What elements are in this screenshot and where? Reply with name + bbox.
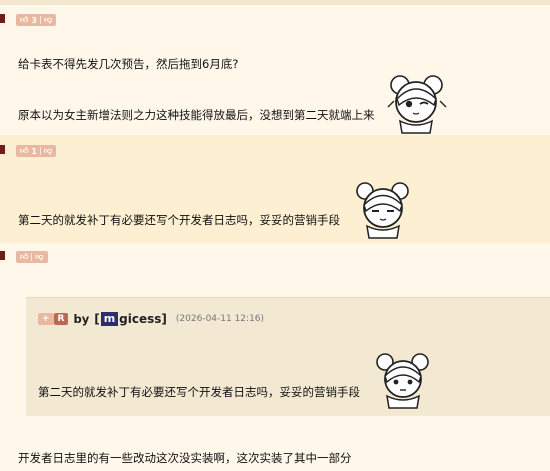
anime-girl-avatar bbox=[387, 75, 447, 134]
username-bracket-open: [ bbox=[94, 312, 100, 326]
vote-separator bbox=[39, 147, 41, 155]
vote-bar[interactable]: 👍︎ 1 👎︎ bbox=[16, 145, 57, 157]
anime-girl-avatar bbox=[356, 182, 409, 239]
quoted-reply: + R by [ m gicess ] (2026-04-11 12:16) 第… bbox=[26, 297, 550, 416]
floor-marker bbox=[0, 145, 5, 154]
reply-post-1: 👍︎ 3 👎︎ 给卡表不得先发几次预告，然后拖到6月底? 原本以为女主新增法则之… bbox=[0, 5, 550, 135]
vote-count: 3 bbox=[31, 15, 37, 25]
floor-marker bbox=[0, 251, 5, 260]
quote-username-link[interactable]: [ m gicess ] bbox=[94, 312, 167, 326]
thumb-up-icon[interactable]: 👍︎ bbox=[20, 147, 28, 155]
reply-post-2: 👍︎ 1 👎︎ 第二天的就发补丁有必要还写个开发者日志吗，妥妥的营销手段 bbox=[0, 135, 550, 243]
username-rest: gicess bbox=[119, 312, 162, 326]
thumb-down-icon[interactable]: 👎︎ bbox=[44, 147, 52, 155]
floor-marker bbox=[0, 14, 5, 23]
anime-girl-avatar bbox=[376, 353, 429, 409]
thumb-up-icon[interactable]: 👍︎ bbox=[20, 253, 28, 261]
username-bracket-close: ] bbox=[161, 312, 167, 326]
post-text-line: 原本以为女主新增法则之力这种技能得放最后，没想到第二天就端上来 bbox=[18, 108, 375, 122]
username-initial: m bbox=[100, 312, 119, 326]
vote-count: 1 bbox=[31, 146, 37, 156]
quote-reply-badge[interactable]: R bbox=[53, 313, 69, 325]
post-text-line: 给卡表不得先发几次预告，然后拖到6月底? bbox=[18, 57, 239, 71]
thumb-down-icon[interactable]: 👎︎ bbox=[44, 16, 52, 24]
quote-by-label: by bbox=[73, 312, 90, 326]
quote-header: + R by [ m gicess ] (2026-04-11 12:16) bbox=[38, 312, 264, 326]
vote-separator bbox=[31, 253, 33, 261]
quote-expand-button[interactable]: + bbox=[38, 313, 54, 325]
thumb-down-icon[interactable]: 👎︎ bbox=[35, 253, 43, 261]
quote-text: 第二天的就发补丁有必要还写个开发者日志吗，妥妥的营销手段 bbox=[38, 385, 360, 399]
thumb-up-icon[interactable]: 👍︎ bbox=[20, 16, 28, 24]
quote-timestamp: (2026-04-11 12:16) bbox=[175, 314, 265, 324]
vote-bar[interactable]: 👍︎ 👎︎ bbox=[16, 251, 48, 263]
vote-bar[interactable]: 👍︎ 3 👎︎ bbox=[16, 14, 57, 26]
post-text-line: 开发者日志里的有一些改动这次没实装啊，这次实装了其中一部分 bbox=[18, 451, 352, 465]
vote-separator bbox=[39, 16, 41, 24]
post-text-line: 第二天的就发补丁有必要还写个开发者日志吗，妥妥的营销手段 bbox=[18, 213, 340, 227]
